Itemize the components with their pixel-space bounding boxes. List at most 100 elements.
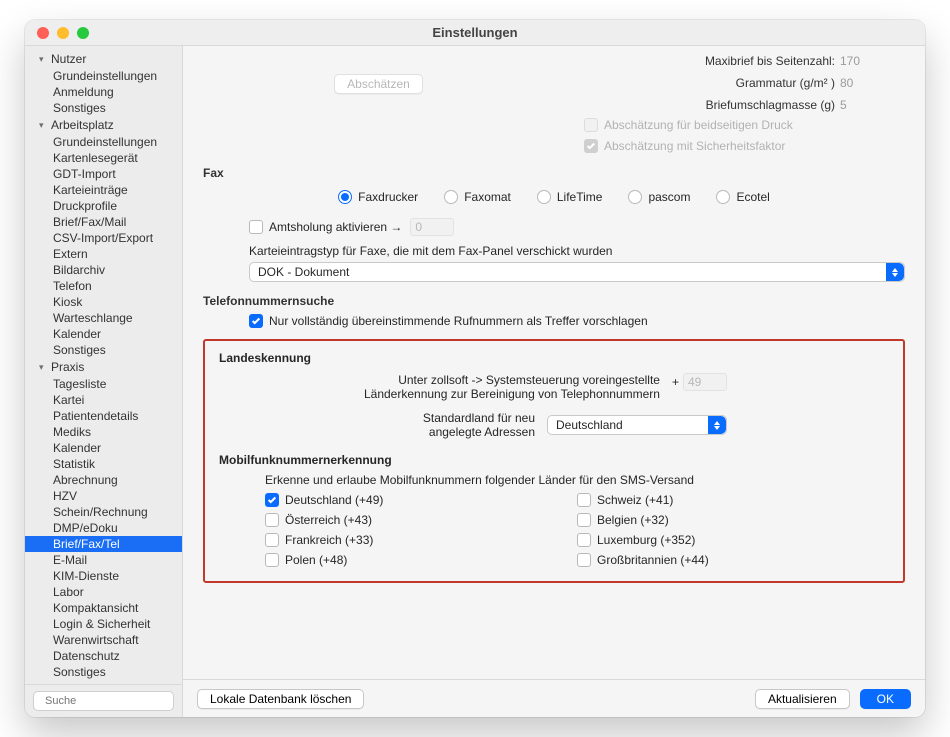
sidebar-item[interactable]: CSV-Import/Export [25,230,182,246]
grammatur-value[interactable]: 80 [835,74,905,92]
sidebar-group[interactable]: ▾Arbeitsplatz [25,116,182,134]
sidebar-item[interactable]: Mediks [25,424,182,440]
sidebar-item[interactable]: Warteschlange [25,310,182,326]
sidebar-item[interactable]: Kartei [25,392,182,408]
sidebar-item[interactable]: Datenschutz [25,648,182,664]
sidebar-item[interactable]: Bildarchiv [25,262,182,278]
window-title: Einstellungen [25,25,925,40]
sidebar-item[interactable]: Karteieinträge [25,182,182,198]
mobil-country-check[interactable]: Frankreich (+33) [265,533,577,547]
sidebar-item[interactable]: Statistik [25,456,182,472]
mobil-country-check[interactable]: Polen (+48) [265,553,577,567]
fax-title: Fax [203,166,905,180]
sidebar-item[interactable]: Grundeinstellungen [25,134,182,150]
sidebar-group[interactable]: ▾Praxis [25,358,182,376]
sidebar-item[interactable]: Brief/Fax/Tel [25,536,182,552]
sidebar-item[interactable]: HZV [25,488,182,504]
fax-radio[interactable]: pascom [628,190,690,204]
safety-check[interactable]: Abschätzung mit Sicherheitsfaktor [584,139,785,153]
sidebar-item[interactable]: Tagesliste [25,376,182,392]
chevron-down-icon: ▾ [39,362,47,373]
chevron-updown-icon [708,416,726,434]
chevron-down-icon: ▾ [39,54,47,65]
phone-exact-check[interactable]: Nur vollständig übereinstimmende Rufnumm… [249,314,648,328]
sidebar-tree[interactable]: ▾NutzerGrundeinstellungenAnmeldungSonsti… [25,46,182,684]
fax-radio[interactable]: Faxomat [444,190,511,204]
mobil-country-check[interactable]: Luxemburg (+352) [577,533,889,547]
mobil-title: Mobilfunknummernerkennung [219,453,889,467]
sidebar-item[interactable]: Labor [25,584,182,600]
sidebar-item[interactable]: Extern [25,246,182,262]
mobil-country-check[interactable]: Belgien (+32) [577,513,889,527]
chevron-down-icon: ▾ [39,120,47,131]
faxtype-select[interactable]: DOK - Dokument [249,262,905,282]
lk-plus: + [672,375,679,389]
mobil-intro: Erkenne und erlaube Mobilfunknummern fol… [219,473,889,487]
sidebar: ▾NutzerGrundeinstellungenAnmeldungSonsti… [25,46,183,717]
mobil-grid: Deutschland (+49)Schweiz (+41)Österreich… [219,493,889,567]
lk-line2: Länderkennung zur Bereinigung von Teleph… [219,387,660,401]
ok-button[interactable]: OK [860,689,911,709]
lk-line1: Unter zollsoft -> Systemsteuerung vorein… [219,373,660,387]
sidebar-item[interactable]: Kiosk [25,294,182,310]
duplex-check[interactable]: Abschätzung für beidseitigen Druck [584,118,793,132]
lk-std-b: angelegte Adressen [219,425,535,439]
sidebar-item[interactable]: Login & Sicherheit [25,616,182,632]
sidebar-search[interactable] [33,691,174,711]
sidebar-item[interactable]: Kartenlesegerät [25,150,182,166]
maxibrief-label: Maxibrief bis Seitenzahl: [554,54,835,68]
phone-title: Telefonnummernsuche [203,294,905,308]
sidebar-item[interactable]: Anmeldung [25,84,182,100]
fax-radio[interactable]: Faxdrucker [338,190,418,204]
content: Abschätzen Maxibrief bis Seitenzahl: 170… [183,46,925,717]
mobil-country-check[interactable]: Österreich (+43) [265,513,577,527]
sidebar-group[interactable]: ▾Nutzer [25,50,182,68]
faxtype-selected: DOK - Dokument [258,265,349,279]
mobil-country-check[interactable]: Großbritannien (+44) [577,553,889,567]
lk-std-select[interactable]: Deutschland [547,415,727,435]
fax-radio[interactable]: Ecotel [716,190,769,204]
sidebar-search-input[interactable] [45,695,187,707]
sidebar-item[interactable]: Sonstiges [25,100,182,116]
refresh-button[interactable]: Aktualisieren [755,689,850,709]
settings-window: Einstellungen ▾NutzerGrundeinstellungenA… [25,20,925,717]
sidebar-item[interactable]: Druckprofile [25,198,182,214]
amts-check[interactable]: Amtsholung aktivieren → [249,220,402,234]
titlebar: Einstellungen [25,20,925,46]
lk-code[interactable]: 49 [683,373,727,391]
sidebar-item[interactable]: Patientendetails [25,408,182,424]
mobil-country-check[interactable]: Deutschland (+49) [265,493,577,507]
fax-radio-row: Faxdrucker Faxomat LifeTime pascom Ecotel [203,186,905,218]
mobil-country-check[interactable]: Schweiz (+41) [577,493,889,507]
umschlag-label: Briefumschlagmasse (g) [554,98,835,112]
amts-value[interactable]: 0 [410,218,454,236]
sidebar-item[interactable]: DMP/eDoku [25,520,182,536]
maxibrief-value[interactable]: 170 [835,52,905,70]
umschlag-value[interactable]: 5 [835,96,905,114]
footer: Lokale Datenbank löschen Aktualisieren O… [183,679,925,717]
sidebar-item[interactable]: Grundeinstellungen [25,68,182,84]
lk-std-a: Standardland für neu [219,411,535,425]
faxtype-label: Karteieintragstyp für Faxe, die mit dem … [203,244,905,258]
highlighted-section: Landeskennung Unter zollsoft -> Systemst… [203,339,905,583]
fax-radio[interactable]: LifeTime [537,190,603,204]
sidebar-item[interactable]: Abrechnung [25,472,182,488]
sidebar-item[interactable]: Telefon [25,278,182,294]
sidebar-item[interactable]: Sonstiges [25,664,182,680]
lk-std-selected: Deutschland [556,418,623,432]
sidebar-item[interactable]: GDT-Import [25,166,182,182]
sidebar-item[interactable]: Kalender [25,326,182,342]
sidebar-item[interactable]: Warenwirtschaft [25,632,182,648]
sidebar-item[interactable]: E-Mail [25,552,182,568]
local-db-button[interactable]: Lokale Datenbank löschen [197,689,364,709]
grammatur-label: Grammatur (g/m² ) [554,76,835,90]
estimate-button[interactable]: Abschätzen [334,74,423,94]
sidebar-item[interactable]: Kompaktansicht [25,600,182,616]
sidebar-item[interactable]: Brief/Fax/Mail [25,214,182,230]
sidebar-item[interactable]: Kalender [25,440,182,456]
sidebar-item[interactable]: Schein/Rechnung [25,504,182,520]
landeskennung-title: Landeskennung [219,351,889,365]
sidebar-item[interactable]: Sonstiges [25,342,182,358]
sidebar-item[interactable]: KIM-Dienste [25,568,182,584]
chevron-updown-icon [886,263,904,281]
